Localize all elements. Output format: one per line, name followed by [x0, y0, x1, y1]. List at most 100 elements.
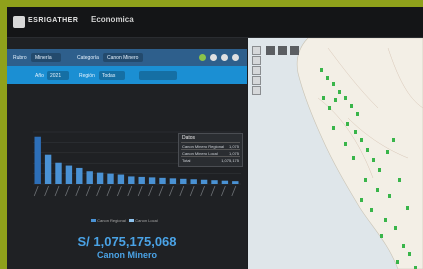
x-tick-label [75, 185, 81, 197]
map-marker[interactable] [370, 208, 373, 212]
home-button[interactable] [252, 66, 261, 75]
ano-select[interactable]: 2021 [47, 71, 69, 80]
map-canvas[interactable] [248, 38, 423, 269]
dashboard-panel: Rubro Minería Categoría Canon Minero Año… [7, 38, 247, 269]
bar[interactable] [86, 171, 93, 184]
map-marker[interactable] [346, 122, 349, 126]
map-marker[interactable] [384, 218, 387, 222]
table-cell: Total [182, 158, 191, 163]
settings-icon[interactable] [210, 54, 217, 61]
map-marker[interactable] [394, 226, 397, 230]
map-marker[interactable] [408, 252, 411, 256]
bar[interactable] [55, 162, 62, 184]
map-marker[interactable] [388, 194, 391, 198]
x-tick-label [117, 185, 122, 197]
map-marker[interactable] [354, 130, 357, 134]
map-marker[interactable] [378, 168, 381, 172]
map-marker[interactable] [366, 148, 369, 152]
filter-bar-secondary: Año 2021 Región Todas [7, 66, 247, 84]
bar[interactable] [190, 179, 197, 184]
x-tick-label [85, 185, 91, 197]
bar[interactable] [44, 154, 52, 184]
map-marker[interactable] [360, 138, 363, 142]
rubro-value: Minería [35, 55, 52, 61]
bar[interactable] [65, 165, 73, 184]
bar[interactable] [107, 173, 114, 184]
filter-label-ano: Año [35, 73, 44, 79]
bar[interactable] [211, 180, 218, 184]
map-marker[interactable] [344, 96, 347, 100]
map-marker[interactable] [406, 206, 409, 210]
bar[interactable] [34, 136, 41, 184]
map-marker[interactable] [380, 234, 383, 238]
categoria-select[interactable]: Canon Minero [103, 53, 143, 62]
x-tick-label [137, 185, 143, 197]
x-tick-label [231, 185, 237, 197]
map-marker[interactable] [386, 150, 389, 154]
region-value: Todas [102, 73, 116, 79]
map-marker[interactable] [326, 76, 329, 80]
measure-button[interactable] [278, 46, 287, 55]
map-marker[interactable] [338, 90, 341, 94]
locate-button[interactable] [252, 76, 261, 85]
bar[interactable] [128, 176, 135, 184]
map-marker[interactable] [396, 260, 399, 264]
table-title: Datos [182, 135, 196, 141]
map-marker[interactable] [332, 82, 335, 86]
x-tick-label [200, 185, 205, 197]
zoom-in-button[interactable] [252, 46, 261, 55]
map-marker[interactable] [344, 142, 347, 146]
bar[interactable] [221, 180, 229, 184]
map-marker[interactable] [332, 126, 335, 130]
map-marker[interactable] [352, 156, 355, 160]
bar[interactable] [76, 167, 83, 184]
bar[interactable] [169, 178, 177, 184]
map-marker[interactable] [356, 112, 359, 116]
map-marker[interactable] [372, 158, 375, 162]
bar[interactable] [200, 179, 208, 184]
layers-button[interactable] [252, 86, 261, 95]
bar[interactable] [117, 174, 125, 184]
legend-swatch [129, 219, 135, 222]
legend-item: Canon Regional [97, 218, 126, 223]
zoom-out-button[interactable] [252, 56, 261, 65]
chart-legend: Canon Regional Canon Local [91, 218, 158, 223]
download-icon[interactable] [232, 54, 239, 61]
region-select[interactable]: Todas [99, 71, 125, 80]
total-amount: S/ 1,075,175,068 [77, 234, 177, 249]
bar[interactable] [232, 181, 239, 184]
bar[interactable] [138, 176, 145, 184]
app-window: ESRIGATHER Economica Rubro Minería Categ… [7, 7, 423, 269]
map-marker[interactable] [402, 244, 405, 248]
logo-text: ESRIGATHER [28, 17, 79, 24]
table-row: Total 1,075,175 [181, 156, 240, 163]
x-tick-label [127, 185, 133, 197]
map-marker[interactable] [334, 98, 337, 102]
map-marker[interactable] [392, 138, 395, 142]
map-marker[interactable] [360, 198, 363, 202]
ano-value: 2021 [50, 73, 62, 79]
map-marker[interactable] [376, 188, 379, 192]
fullscreen-button[interactable] [290, 46, 299, 55]
map-marker[interactable] [320, 68, 323, 72]
filter-green-icon[interactable] [199, 54, 206, 61]
app-title: Economica [91, 15, 134, 24]
bar[interactable] [96, 172, 104, 184]
map-marker[interactable] [350, 104, 353, 108]
x-tick-label [169, 185, 174, 197]
map-panel[interactable] [248, 38, 423, 269]
info-icon[interactable] [221, 54, 228, 61]
map-marker[interactable] [322, 96, 325, 100]
bar[interactable] [159, 177, 166, 184]
map-marker[interactable] [328, 106, 331, 110]
x-tick-label [148, 185, 153, 197]
search-field[interactable] [139, 71, 177, 80]
map-marker[interactable] [364, 178, 367, 182]
bar[interactable] [148, 177, 156, 184]
basemap-button[interactable] [266, 46, 275, 55]
map-marker[interactable] [398, 178, 401, 182]
filter-bar-primary: Rubro Minería Categoría Canon Minero [7, 49, 247, 66]
x-tick-label [54, 185, 60, 197]
bar[interactable] [180, 178, 187, 184]
rubro-select[interactable]: Minería [31, 53, 61, 62]
